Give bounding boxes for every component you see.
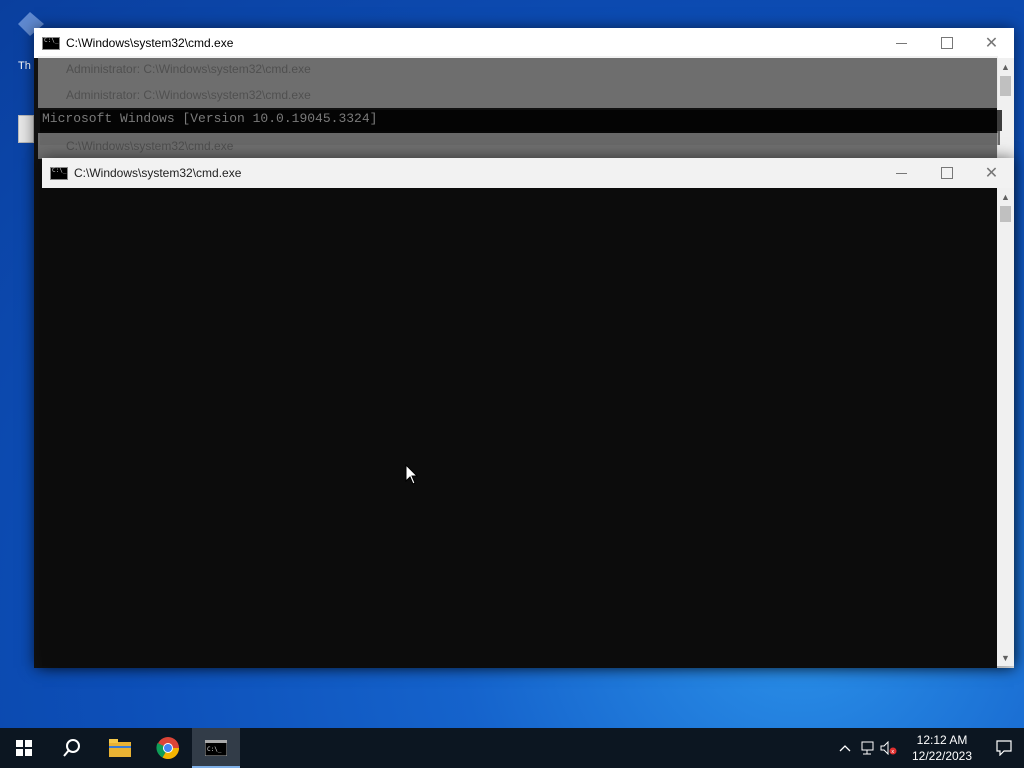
ghost-window-titlebar-1[interactable]: Administrator: C:\Windows\system32\cmd.e… <box>38 56 998 82</box>
maximize-icon <box>940 37 953 49</box>
maximize-icon <box>940 167 953 179</box>
desktop: Th C:\Windows\system32\cmd.exe ✕ ▲ Admin… <box>0 0 1024 728</box>
svg-text:C:\_: C:\_ <box>207 746 222 753</box>
ghost-window-title-3: C:\Windows\system32\cmd.exe <box>66 139 234 153</box>
cmd-icon: C:\_ <box>205 740 227 756</box>
back-window-titlebar[interactable]: C:\Windows\system32\cmd.exe ✕ <box>34 28 1014 58</box>
close-button[interactable]: ✕ <box>969 158 1014 188</box>
notification-icon <box>996 740 1012 756</box>
front-window-title: C:\Windows\system32\cmd.exe <box>74 166 242 180</box>
clock[interactable]: 12:12 AM 12/22/2023 <box>906 732 978 764</box>
scroll-thumb[interactable] <box>1000 206 1011 222</box>
search-button[interactable] <box>48 728 96 768</box>
clock-date: 12/22/2023 <box>911 749 973 763</box>
scroll-up-icon[interactable]: ▲ <box>997 188 1014 205</box>
ghost-window-titlebar-2[interactable]: Administrator: C:\Windows\system32\cmd.e… <box>38 82 998 108</box>
ghost-window-title-2: Administrator: C:\Windows\system32\cmd.e… <box>66 88 311 102</box>
front-window-titlebar[interactable]: C:\Windows\system32\cmd.exe ✕ <box>42 158 1014 188</box>
close-icon: ✕ <box>984 165 999 182</box>
scroll-down-icon[interactable]: ▼ <box>997 649 1014 666</box>
system-tray: x 12:12 AM 12/22/2023 <box>834 728 1024 768</box>
network-button[interactable] <box>856 728 878 768</box>
windows-logo-icon <box>16 740 32 756</box>
chrome-button[interactable] <box>144 728 192 768</box>
console-area[interactable] <box>42 188 997 666</box>
chevron-up-icon <box>839 745 851 752</box>
minimize-button[interactable] <box>879 158 924 188</box>
front-window-scrollbar[interactable]: ▲ ▼ <box>997 188 1014 666</box>
network-icon <box>861 741 874 755</box>
minimize-icon <box>896 172 907 174</box>
start-button[interactable] <box>0 728 48 768</box>
minimize-icon <box>896 42 907 44</box>
cmd-window-front[interactable]: C:\Windows\system32\cmd.exe ✕ ▲ ▼ <box>42 158 1014 666</box>
scroll-thumb[interactable] <box>1000 76 1011 96</box>
file-explorer-button[interactable] <box>96 728 144 768</box>
mouse-cursor-icon <box>405 464 419 485</box>
maximize-button[interactable] <box>924 28 969 58</box>
maximize-button[interactable] <box>924 158 969 188</box>
file-explorer-icon <box>109 739 131 757</box>
volume-muted-icon: x <box>880 741 897 755</box>
close-button[interactable]: ✕ <box>969 28 1014 58</box>
cmd-title-icon <box>42 36 60 50</box>
svg-text:x: x <box>891 749 894 755</box>
volume-button[interactable]: x <box>878 728 900 768</box>
scroll-up-icon[interactable]: ▲ <box>997 58 1014 75</box>
clock-time: 12:12 AM <box>916 733 968 747</box>
taskbar: C:\_ x 12:12 AM 12/22/2023 <box>0 728 1024 768</box>
action-center-button[interactable] <box>984 728 1024 768</box>
minimize-button[interactable] <box>879 28 924 58</box>
ghost-window-titlebar-3[interactable]: C:\Windows\system32\cmd.exe <box>38 133 998 159</box>
back-window-title: C:\Windows\system32\cmd.exe <box>66 36 234 50</box>
cmd-taskbar-button[interactable]: C:\_ <box>192 728 240 768</box>
chrome-icon <box>156 737 179 759</box>
search-icon <box>63 739 80 757</box>
show-hidden-icons-button[interactable] <box>834 728 856 768</box>
ghost-window-title-1: Administrator: C:\Windows\system32\cmd.e… <box>66 62 311 76</box>
close-icon: ✕ <box>984 35 999 52</box>
ghost-console-line: Microsoft Windows [Version 10.0.19045.33… <box>40 110 1002 131</box>
cmd-title-icon <box>50 166 68 180</box>
desktop-item-fragment <box>18 115 34 143</box>
desktop-text-fragment: Th <box>18 60 31 72</box>
